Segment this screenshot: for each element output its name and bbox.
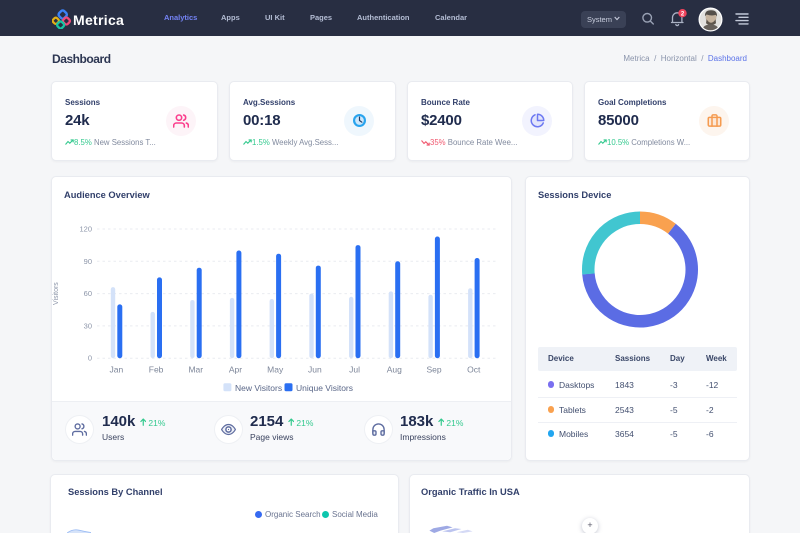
svg-text:Feb: Feb [149, 365, 164, 375]
svg-text:0: 0 [88, 354, 92, 363]
svg-text:New Visitors: New Visitors [235, 383, 282, 393]
svg-text:Jul: Jul [349, 365, 360, 375]
svg-text:120: 120 [79, 225, 92, 234]
svg-text:Visitors: Visitors [53, 282, 60, 305]
svg-text:Unique Visitors: Unique Visitors [296, 383, 353, 393]
svg-text:Jun: Jun [308, 365, 322, 375]
svg-text:Sep: Sep [426, 365, 441, 375]
svg-text:Oct: Oct [467, 365, 481, 375]
svg-text:Apr: Apr [229, 365, 242, 375]
svg-text:Jan: Jan [110, 365, 124, 375]
svg-text:90: 90 [84, 257, 92, 266]
svg-text:60: 60 [84, 289, 92, 298]
svg-text:Mar: Mar [188, 365, 203, 375]
svg-text:May: May [267, 365, 284, 375]
svg-text:30: 30 [84, 321, 92, 330]
svg-text:Aug: Aug [387, 365, 402, 375]
